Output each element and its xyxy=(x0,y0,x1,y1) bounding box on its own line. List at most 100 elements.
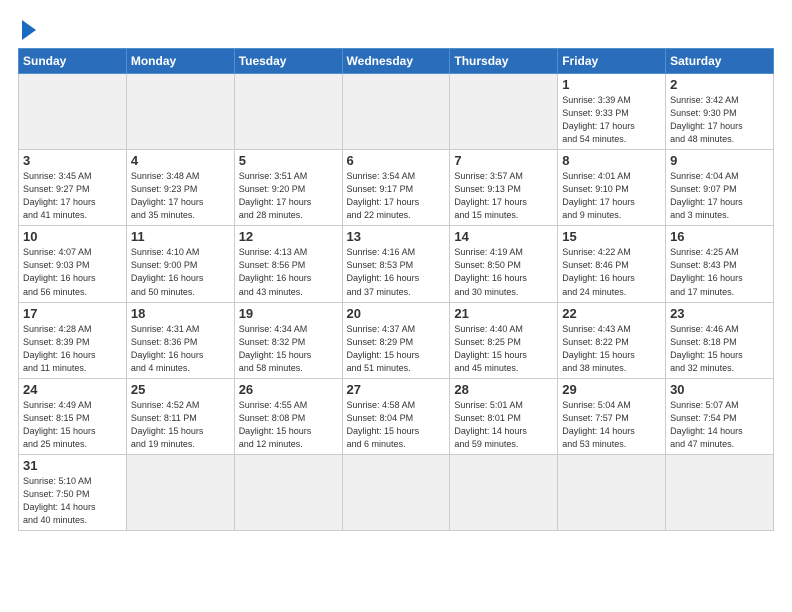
calendar-cell: 24 Sunrise: 4:49 AM Sunset: 8:15 PM Dayli… xyxy=(19,378,127,454)
day-number: 5 xyxy=(239,153,338,168)
calendar-cell: 16 Sunrise: 4:25 AM Sunset: 8:43 PM Dayli… xyxy=(666,226,774,302)
day-number: 2 xyxy=(670,77,769,92)
calendar-cell: 12Sunrise: 4:13 AM Sunset: 8:56 PM Dayli… xyxy=(234,226,342,302)
page: SundayMondayTuesdayWednesdayThursdayFrid… xyxy=(0,0,792,612)
day-number: 29 xyxy=(562,382,661,397)
calendar-week-row: 10 Sunrise: 4:07 AM Sunset: 9:03 PM Dayli… xyxy=(19,226,774,302)
day-number: 22 xyxy=(562,306,661,321)
calendar-cell: 11 Sunrise: 4:10 AM Sunset: 9:00 PM Dayli… xyxy=(126,226,234,302)
day-number: 10 xyxy=(23,229,122,244)
calendar-cell xyxy=(234,454,342,530)
calendar-cell xyxy=(558,454,666,530)
calendar-cell: 1 Sunrise: 3:39 AM Sunset: 9:33 PM Daylig… xyxy=(558,74,666,150)
calendar-cell: 9 Sunrise: 4:04 AM Sunset: 9:07 PM Daylig… xyxy=(666,150,774,226)
day-info: Sunrise: 4:46 AM Sunset: 8:18 PM Dayligh… xyxy=(670,323,769,375)
weekday-header-sunday: Sunday xyxy=(19,49,127,74)
weekday-header-wednesday: Wednesday xyxy=(342,49,450,74)
calendar-cell: 18 Sunrise: 4:31 AM Sunset: 8:36 PM Dayli… xyxy=(126,302,234,378)
day-info: Sunrise: 3:45 AM Sunset: 9:27 PM Dayligh… xyxy=(23,170,122,222)
day-number: 4 xyxy=(131,153,230,168)
day-number: 20 xyxy=(347,306,446,321)
weekday-header-tuesday: Tuesday xyxy=(234,49,342,74)
day-number: 9 xyxy=(670,153,769,168)
day-number: 16 xyxy=(670,229,769,244)
day-info: Sunrise: 5:07 AM Sunset: 7:54 PM Dayligh… xyxy=(670,399,769,451)
weekday-header-saturday: Saturday xyxy=(666,49,774,74)
calendar-cell: 14 Sunrise: 4:19 AM Sunset: 8:50 PM Dayli… xyxy=(450,226,558,302)
calendar-cell: 27 Sunrise: 4:58 AM Sunset: 8:04 PM Dayli… xyxy=(342,378,450,454)
day-number: 14 xyxy=(454,229,553,244)
day-info: Sunrise: 3:48 AM Sunset: 9:23 PM Dayligh… xyxy=(131,170,230,222)
calendar-week-row: 17Sunrise: 4:28 AM Sunset: 8:39 PM Dayli… xyxy=(19,302,774,378)
day-info: Sunrise: 4:49 AM Sunset: 8:15 PM Dayligh… xyxy=(23,399,122,451)
calendar-cell xyxy=(126,74,234,150)
day-number: 1 xyxy=(562,77,661,92)
day-info: Sunrise: 4:07 AM Sunset: 9:03 PM Dayligh… xyxy=(23,246,122,298)
day-number: 26 xyxy=(239,382,338,397)
calendar-cell: 5 Sunrise: 3:51 AM Sunset: 9:20 PM Daylig… xyxy=(234,150,342,226)
day-info: Sunrise: 4:13 AM Sunset: 8:56 PM Dayligh… xyxy=(239,246,338,298)
calendar-cell: 6 Sunrise: 3:54 AM Sunset: 9:17 PM Daylig… xyxy=(342,150,450,226)
day-number: 15 xyxy=(562,229,661,244)
day-number: 30 xyxy=(670,382,769,397)
calendar-cell xyxy=(234,74,342,150)
day-number: 24 xyxy=(23,382,122,397)
header xyxy=(18,16,774,40)
day-info: Sunrise: 5:01 AM Sunset: 8:01 PM Dayligh… xyxy=(454,399,553,451)
day-info: Sunrise: 5:10 AM Sunset: 7:50 PM Dayligh… xyxy=(23,475,122,527)
day-info: Sunrise: 4:43 AM Sunset: 8:22 PM Dayligh… xyxy=(562,323,661,375)
day-info: Sunrise: 4:37 AM Sunset: 8:29 PM Dayligh… xyxy=(347,323,446,375)
logo xyxy=(18,16,36,40)
day-number: 13 xyxy=(347,229,446,244)
weekday-header-row: SundayMondayTuesdayWednesdayThursdayFrid… xyxy=(19,49,774,74)
calendar-cell: 30 Sunrise: 5:07 AM Sunset: 7:54 PM Dayli… xyxy=(666,378,774,454)
day-info: Sunrise: 4:58 AM Sunset: 8:04 PM Dayligh… xyxy=(347,399,446,451)
day-info: Sunrise: 4:16 AM Sunset: 8:53 PM Dayligh… xyxy=(347,246,446,298)
day-number: 18 xyxy=(131,306,230,321)
calendar-cell: 2 Sunrise: 3:42 AM Sunset: 9:30 PM Daylig… xyxy=(666,74,774,150)
calendar-week-row: 3Sunrise: 3:45 AM Sunset: 9:27 PM Daylig… xyxy=(19,150,774,226)
calendar-table: SundayMondayTuesdayWednesdayThursdayFrid… xyxy=(18,48,774,531)
calendar-cell: 29Sunrise: 5:04 AM Sunset: 7:57 PM Dayli… xyxy=(558,378,666,454)
calendar-cell: 25Sunrise: 4:52 AM Sunset: 8:11 PM Dayli… xyxy=(126,378,234,454)
calendar-week-row: 24 Sunrise: 4:49 AM Sunset: 8:15 PM Dayli… xyxy=(19,378,774,454)
day-number: 6 xyxy=(347,153,446,168)
calendar-cell: 20 Sunrise: 4:37 AM Sunset: 8:29 PM Dayli… xyxy=(342,302,450,378)
calendar-cell: 21Sunrise: 4:40 AM Sunset: 8:25 PM Dayli… xyxy=(450,302,558,378)
calendar-week-row: 1 Sunrise: 3:39 AM Sunset: 9:33 PM Daylig… xyxy=(19,74,774,150)
day-info: Sunrise: 3:42 AM Sunset: 9:30 PM Dayligh… xyxy=(670,94,769,146)
day-number: 7 xyxy=(454,153,553,168)
day-info: Sunrise: 4:10 AM Sunset: 9:00 PM Dayligh… xyxy=(131,246,230,298)
day-number: 8 xyxy=(562,153,661,168)
calendar-cell: 19 Sunrise: 4:34 AM Sunset: 8:32 PM Dayli… xyxy=(234,302,342,378)
calendar-cell xyxy=(450,454,558,530)
logo-triangle-icon xyxy=(22,20,36,40)
day-info: Sunrise: 4:25 AM Sunset: 8:43 PM Dayligh… xyxy=(670,246,769,298)
day-number: 19 xyxy=(239,306,338,321)
day-info: Sunrise: 4:31 AM Sunset: 8:36 PM Dayligh… xyxy=(131,323,230,375)
calendar-cell: 28 Sunrise: 5:01 AM Sunset: 8:01 PM Dayli… xyxy=(450,378,558,454)
day-number: 11 xyxy=(131,229,230,244)
day-info: Sunrise: 4:22 AM Sunset: 8:46 PM Dayligh… xyxy=(562,246,661,298)
day-info: Sunrise: 4:40 AM Sunset: 8:25 PM Dayligh… xyxy=(454,323,553,375)
day-number: 28 xyxy=(454,382,553,397)
day-number: 27 xyxy=(347,382,446,397)
calendar-cell xyxy=(342,74,450,150)
calendar-cell xyxy=(666,454,774,530)
day-info: Sunrise: 3:51 AM Sunset: 9:20 PM Dayligh… xyxy=(239,170,338,222)
day-number: 25 xyxy=(131,382,230,397)
calendar-cell: 8Sunrise: 4:01 AM Sunset: 9:10 PM Daylig… xyxy=(558,150,666,226)
calendar-cell xyxy=(342,454,450,530)
calendar-cell: 10 Sunrise: 4:07 AM Sunset: 9:03 PM Dayli… xyxy=(19,226,127,302)
day-info: Sunrise: 4:04 AM Sunset: 9:07 PM Dayligh… xyxy=(670,170,769,222)
day-info: Sunrise: 4:19 AM Sunset: 8:50 PM Dayligh… xyxy=(454,246,553,298)
day-info: Sunrise: 4:34 AM Sunset: 8:32 PM Dayligh… xyxy=(239,323,338,375)
day-info: Sunrise: 3:39 AM Sunset: 9:33 PM Dayligh… xyxy=(562,94,661,146)
calendar-cell xyxy=(450,74,558,150)
day-info: Sunrise: 3:54 AM Sunset: 9:17 PM Dayligh… xyxy=(347,170,446,222)
weekday-header-thursday: Thursday xyxy=(450,49,558,74)
calendar-cell: 4 Sunrise: 3:48 AM Sunset: 9:23 PM Daylig… xyxy=(126,150,234,226)
calendar-cell: 31Sunrise: 5:10 AM Sunset: 7:50 PM Dayli… xyxy=(19,454,127,530)
calendar-cell: 13 Sunrise: 4:16 AM Sunset: 8:53 PM Dayli… xyxy=(342,226,450,302)
calendar-cell: 26Sunrise: 4:55 AM Sunset: 8:08 PM Dayli… xyxy=(234,378,342,454)
